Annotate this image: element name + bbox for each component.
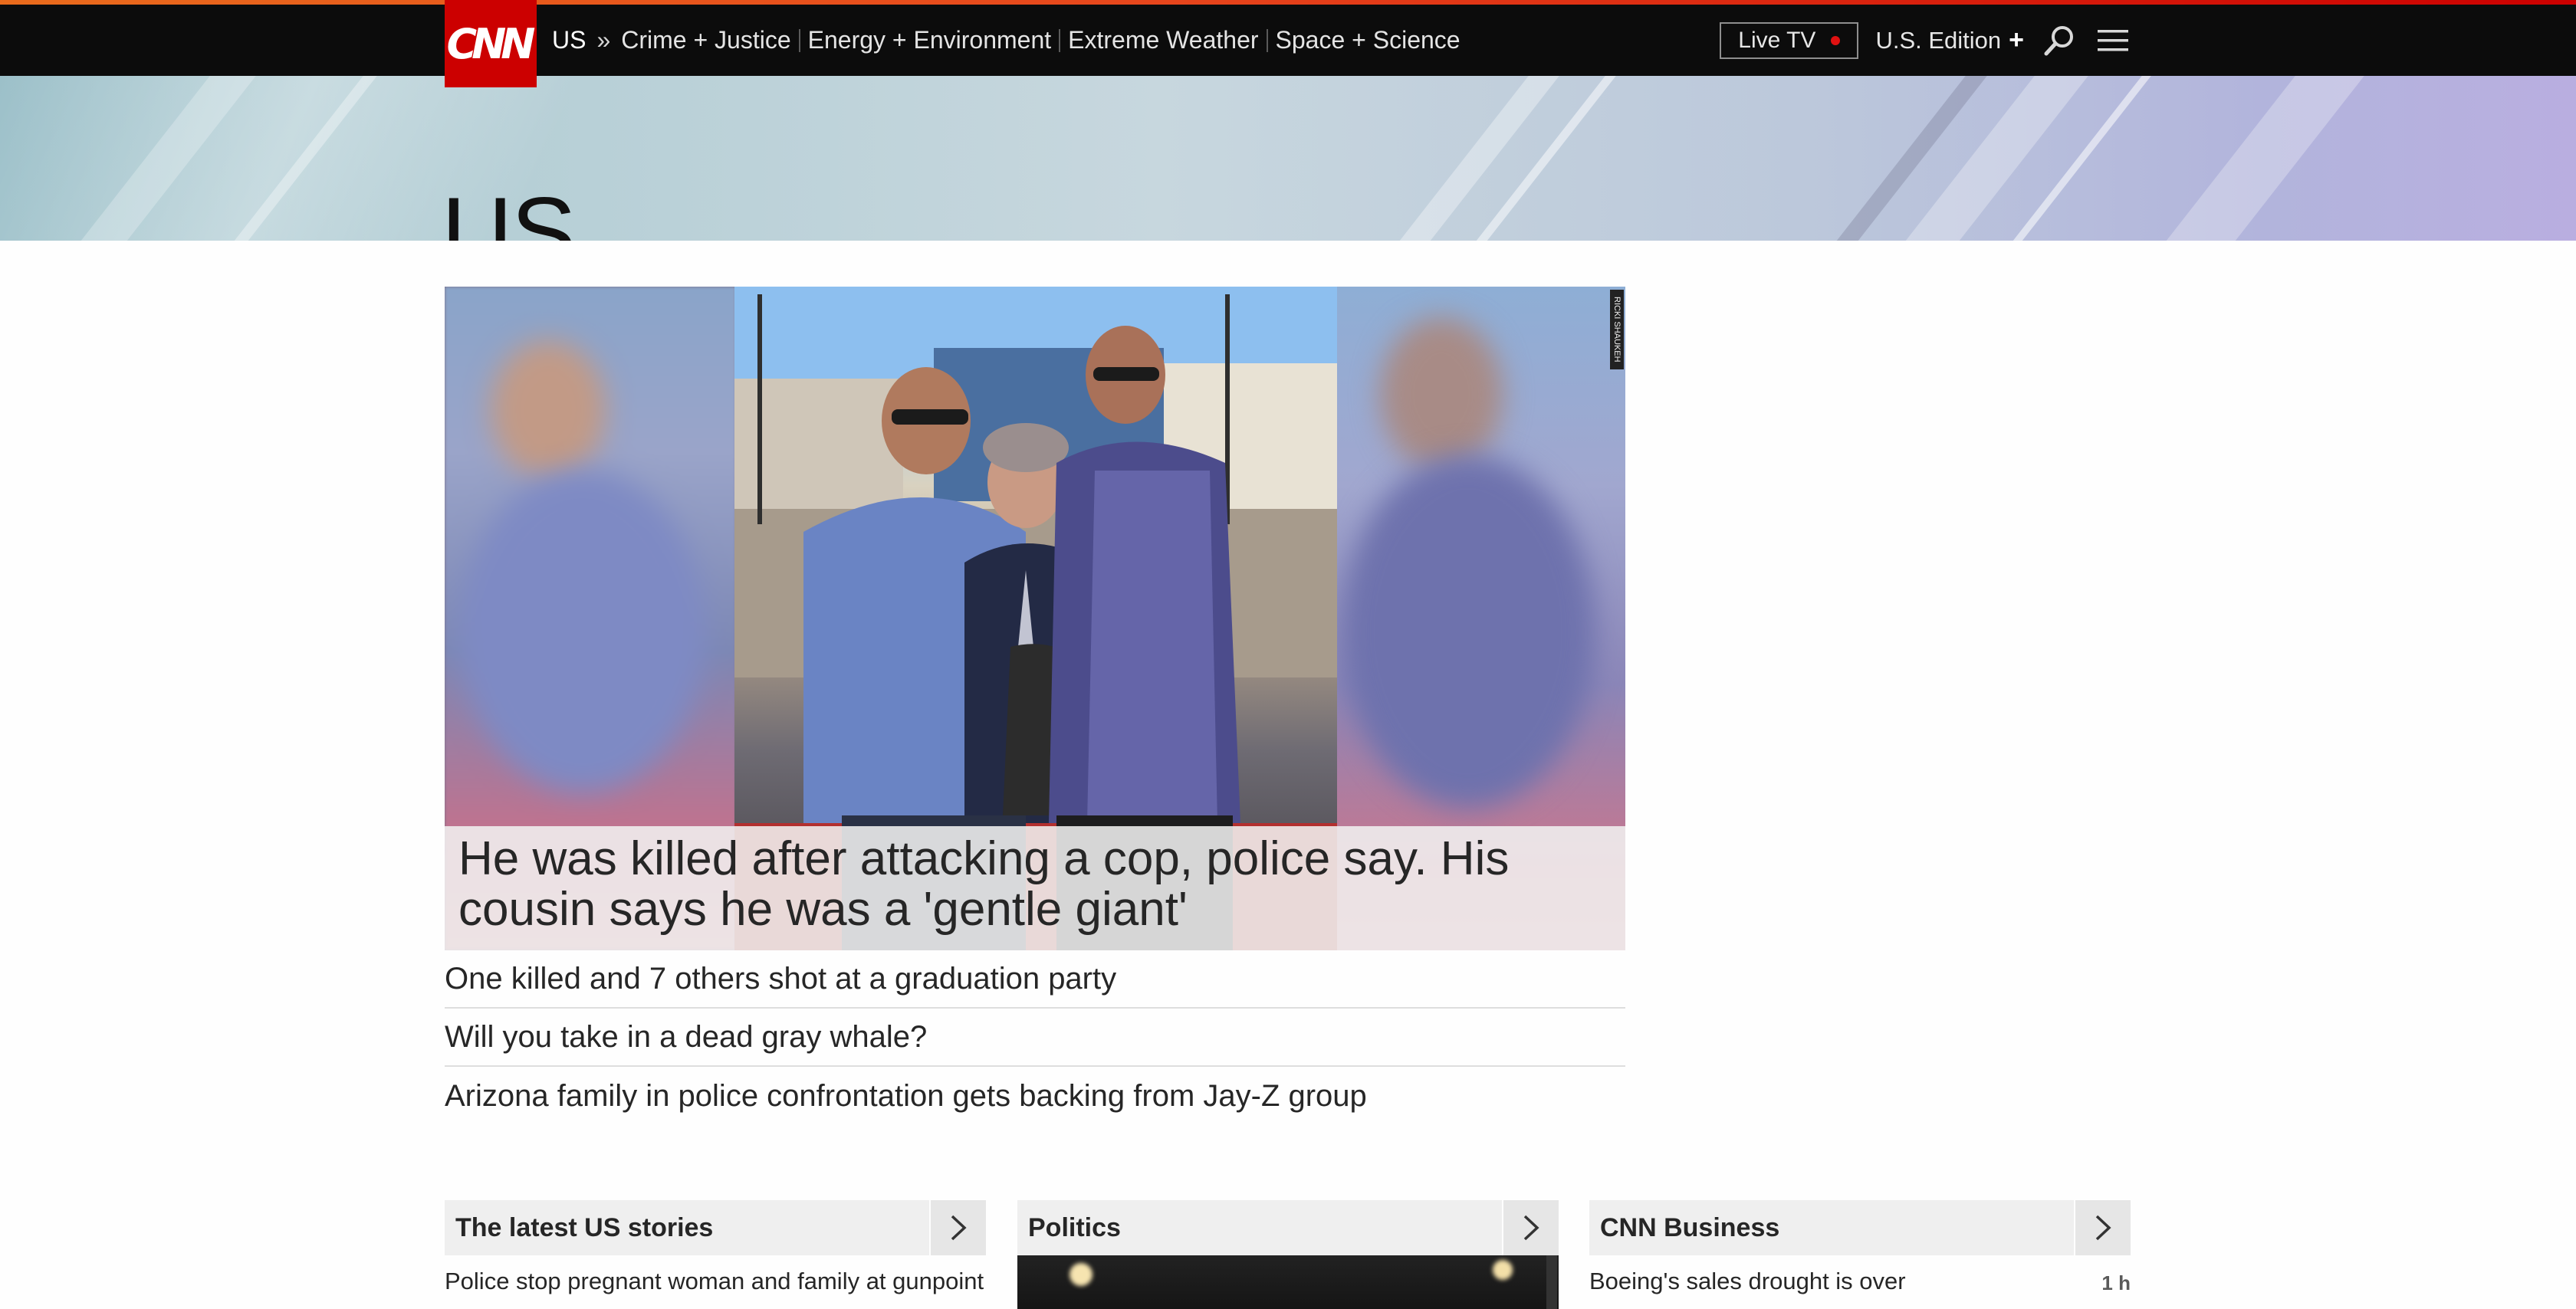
chevron-right-icon[interactable] (1502, 1200, 1559, 1255)
column-header[interactable]: CNN Business (1589, 1200, 2131, 1255)
section-banner: US (0, 76, 2576, 241)
column-story[interactable]: Police stop pregnant woman and family at… (445, 1268, 986, 1295)
chevron-right-icon[interactable] (929, 1200, 986, 1255)
column-title: Politics (1028, 1212, 1121, 1242)
live-tv-label: Live TV (1738, 27, 1816, 53)
column-header[interactable]: Politics (1017, 1200, 1559, 1255)
edition-picker[interactable]: U.S. Edition + (1875, 25, 2024, 55)
nav-link-energy-environment[interactable]: Energy + Environment (808, 26, 1052, 54)
timestamp: 1 h (2101, 1271, 2131, 1294)
photo-credit: RICKI SHAUKEH (1610, 290, 1624, 369)
edition-label: U.S. Edition (1875, 26, 2002, 54)
column-thumbnail[interactable] (1017, 1255, 1559, 1309)
live-indicator-icon (1831, 35, 1841, 45)
related-headline[interactable]: Arizona family in police confrontation g… (445, 1067, 1625, 1125)
chevron-right-icon[interactable] (2074, 1200, 2131, 1255)
search-icon[interactable] (2041, 22, 2078, 59)
nav-link-crime-justice[interactable]: Crime + Justice (621, 26, 790, 54)
column-politics: Politics (1017, 1200, 1559, 1309)
cnn-logo[interactable]: CNN (445, 0, 537, 87)
nav-divider (1266, 28, 1268, 52)
nav-links: US » Crime + Justice Energy + Environmen… (552, 5, 1460, 76)
hero-headline[interactable]: He was killed after attacking a cop, pol… (458, 834, 1532, 935)
banner-streak (2127, 76, 2389, 241)
banner-streak (41, 76, 281, 241)
nav-link-extreme-weather[interactable]: Extreme Weather (1068, 26, 1258, 54)
nav-section-us[interactable]: US (552, 26, 586, 54)
related-headlines: One killed and 7 others shot at a gradua… (445, 950, 1625, 1125)
logo-text: CNN (446, 19, 535, 68)
column-latest-us: The latest US stories Police stop pregna… (445, 1200, 986, 1295)
column-cnn-business: CNN Business Boeing's sales drought is o… (1589, 1200, 2131, 1295)
related-headline[interactable]: One killed and 7 others shot at a gradua… (445, 950, 1625, 1009)
column-story[interactable]: Boeing's sales drought is over (1589, 1268, 2131, 1295)
related-headline[interactable]: Will you take in a dead gray whale? (445, 1009, 1625, 1067)
nav-divider (798, 28, 800, 52)
column-title: The latest US stories (455, 1212, 714, 1242)
nav-link-space-science[interactable]: Space + Science (1276, 26, 1460, 54)
page-title: US (442, 177, 577, 241)
column-header[interactable]: The latest US stories (445, 1200, 986, 1255)
column-title: CNN Business (1600, 1212, 1780, 1242)
hero-story[interactable]: RICKI SHAUKEH He was killed after attack… (445, 287, 1625, 950)
nav-divider (1059, 28, 1061, 52)
nav-separator: » (596, 26, 611, 54)
hero-headline-box: He was killed after attacking a cop, pol… (445, 826, 1625, 950)
plus-icon: + (2009, 25, 2024, 54)
live-tv-button[interactable]: Live TV (1720, 21, 1859, 59)
hamburger-menu-icon[interactable] (2095, 22, 2131, 59)
nav-right-controls: Live TV U.S. Edition + (1720, 5, 2131, 76)
